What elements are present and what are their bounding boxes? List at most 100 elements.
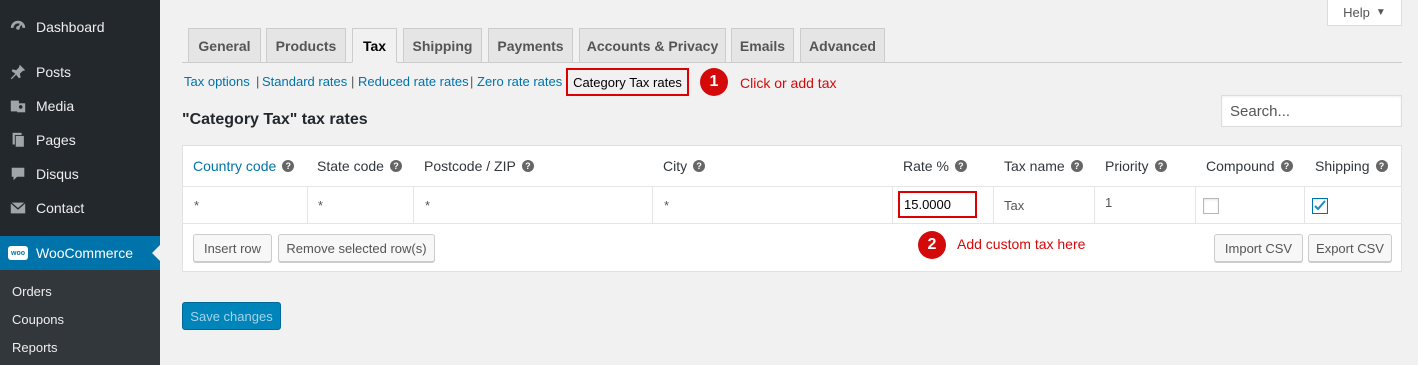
link-tax-options[interactable]: Tax options — [184, 74, 250, 89]
pin-icon — [8, 62, 28, 82]
search-input[interactable] — [1221, 95, 1402, 127]
help-label: Help — [1343, 5, 1370, 20]
separator: | — [470, 74, 474, 89]
checkmark-icon — [1314, 200, 1326, 211]
col-divider — [1195, 187, 1196, 223]
help-icon[interactable]: ? — [1070, 160, 1083, 172]
menu-item-pages[interactable]: Pages — [0, 123, 160, 157]
header-postcode: Postcode / ZIP? — [424, 158, 534, 174]
header-compound: Compound? — [1206, 158, 1293, 174]
help-icon[interactable]: ? — [1375, 160, 1388, 172]
header-label: Postcode / ZIP — [424, 158, 516, 174]
header-city: City? — [663, 158, 706, 174]
header-label: Tax name — [1004, 158, 1065, 174]
help-icon[interactable]: ? — [1154, 160, 1167, 172]
submenu-item-reports[interactable]: Reports — [12, 340, 58, 355]
remove-rows-button[interactable]: Remove selected row(s) — [278, 234, 435, 262]
compound-checkbox[interactable] — [1203, 198, 1219, 214]
woo-icon: woo — [8, 243, 28, 263]
annotation-badge-1: 1 — [700, 68, 728, 96]
annotation-badge-2: 2 — [918, 231, 946, 259]
menu-item-posts[interactable]: Posts — [0, 55, 160, 89]
help-icon[interactable]: ? — [1280, 160, 1293, 172]
admin-sidebar: Dashboard Posts Media Pages Disqus Conta… — [0, 0, 160, 365]
cell-priority[interactable]: 1 — [1105, 195, 1112, 210]
cell-city[interactable]: * — [664, 198, 669, 213]
link-zero-rate-rates[interactable]: Zero rate rates — [477, 74, 562, 89]
row-divider — [183, 186, 1401, 187]
menu-label-woocommerce: WooCommerce — [36, 245, 133, 261]
menu-label-dashboard: Dashboard — [36, 19, 105, 35]
header-shipping: Shipping? — [1315, 158, 1388, 174]
mail-icon — [8, 198, 28, 218]
header-state-code: State code? — [317, 158, 402, 174]
header-label: Priority — [1105, 158, 1149, 174]
tax-rates-table: Country code? State code? Postcode / ZIP… — [182, 145, 1402, 272]
col-divider — [652, 187, 653, 223]
header-label: Shipping — [1315, 158, 1370, 174]
cell-tax-name[interactable]: Tax — [1004, 198, 1024, 213]
comment-icon — [8, 164, 28, 184]
tab-payments[interactable]: Payments — [488, 28, 573, 63]
help-icon[interactable]: ? — [521, 160, 534, 172]
link-category-tax-rates[interactable]: Category Tax rates — [566, 68, 689, 96]
cell-postcode[interactable]: * — [425, 198, 430, 213]
menu-label-posts: Posts — [36, 64, 72, 80]
menu-label-disqus: Disqus — [36, 166, 79, 182]
pages-icon — [8, 130, 28, 150]
tab-general[interactable]: General — [188, 28, 261, 63]
woo-badge: woo — [8, 246, 28, 260]
tab-accounts-privacy[interactable]: Accounts & Privacy — [579, 28, 726, 63]
help-icon[interactable]: ? — [389, 160, 402, 172]
header-priority: Priority? — [1105, 158, 1167, 174]
link-reduced-rate-rates[interactable]: Reduced rate rates — [358, 74, 469, 89]
menu-label-contact: Contact — [36, 200, 85, 216]
tab-emails[interactable]: Emails — [731, 28, 794, 63]
shipping-checkbox[interactable] — [1312, 198, 1328, 214]
tab-tax[interactable]: Tax — [352, 28, 397, 63]
menu-item-dashboard[interactable]: Dashboard — [0, 10, 160, 44]
cell-country-code[interactable]: * — [194, 198, 199, 213]
media-icon — [8, 96, 28, 116]
help-button[interactable]: Help ▼ — [1327, 0, 1402, 26]
submenu-item-coupons[interactable]: Coupons — [12, 312, 64, 327]
annotation-text-2: Add custom tax here — [957, 236, 1086, 252]
header-label: Country code — [193, 158, 277, 174]
link-standard-rates[interactable]: Standard rates — [262, 74, 347, 89]
export-csv-button[interactable]: Export CSV — [1308, 234, 1392, 262]
import-csv-button[interactable]: Import CSV — [1214, 234, 1303, 262]
tab-shipping[interactable]: Shipping — [403, 28, 482, 63]
page-title: "Category Tax" tax rates — [182, 111, 368, 128]
help-icon[interactable]: ? — [693, 160, 706, 172]
col-divider — [892, 187, 893, 223]
insert-row-button[interactable]: Insert row — [193, 234, 272, 262]
rate-input[interactable]: 15.0000 — [898, 191, 977, 218]
caret-down-icon: ▼ — [1375, 7, 1386, 18]
submenu-item-orders[interactable]: Orders — [12, 284, 52, 299]
cell-state-code[interactable]: * — [318, 198, 323, 213]
save-changes-button[interactable]: Save changes — [182, 302, 281, 330]
menu-label-media: Media — [36, 98, 75, 114]
separator: | — [256, 74, 260, 89]
row-divider — [183, 223, 1401, 224]
menu-item-woocommerce[interactable]: woo WooCommerce — [0, 236, 160, 270]
tab-products[interactable]: Products — [266, 28, 346, 63]
dashboard-icon — [8, 17, 28, 37]
help-icon[interactable]: ? — [282, 160, 295, 172]
header-label: Rate % — [903, 158, 949, 174]
header-country-code[interactable]: Country code? — [193, 158, 295, 174]
menu-item-contact[interactable]: Contact — [0, 191, 160, 225]
col-divider — [307, 187, 308, 223]
col-divider — [1304, 187, 1305, 223]
menu-item-disqus[interactable]: Disqus — [0, 157, 160, 191]
col-divider — [993, 187, 994, 223]
header-label: Compound — [1206, 158, 1275, 174]
separator: | — [351, 74, 355, 89]
tab-advanced[interactable]: Advanced — [800, 28, 885, 63]
menu-item-media[interactable]: Media — [0, 89, 160, 123]
menu-label-pages: Pages — [36, 132, 76, 148]
annotation-text-1: Click or add tax — [740, 75, 837, 91]
woocommerce-submenu: Orders Coupons Reports — [0, 270, 160, 365]
help-icon[interactable]: ? — [954, 160, 967, 172]
header-tax-name: Tax name? — [1004, 158, 1083, 174]
